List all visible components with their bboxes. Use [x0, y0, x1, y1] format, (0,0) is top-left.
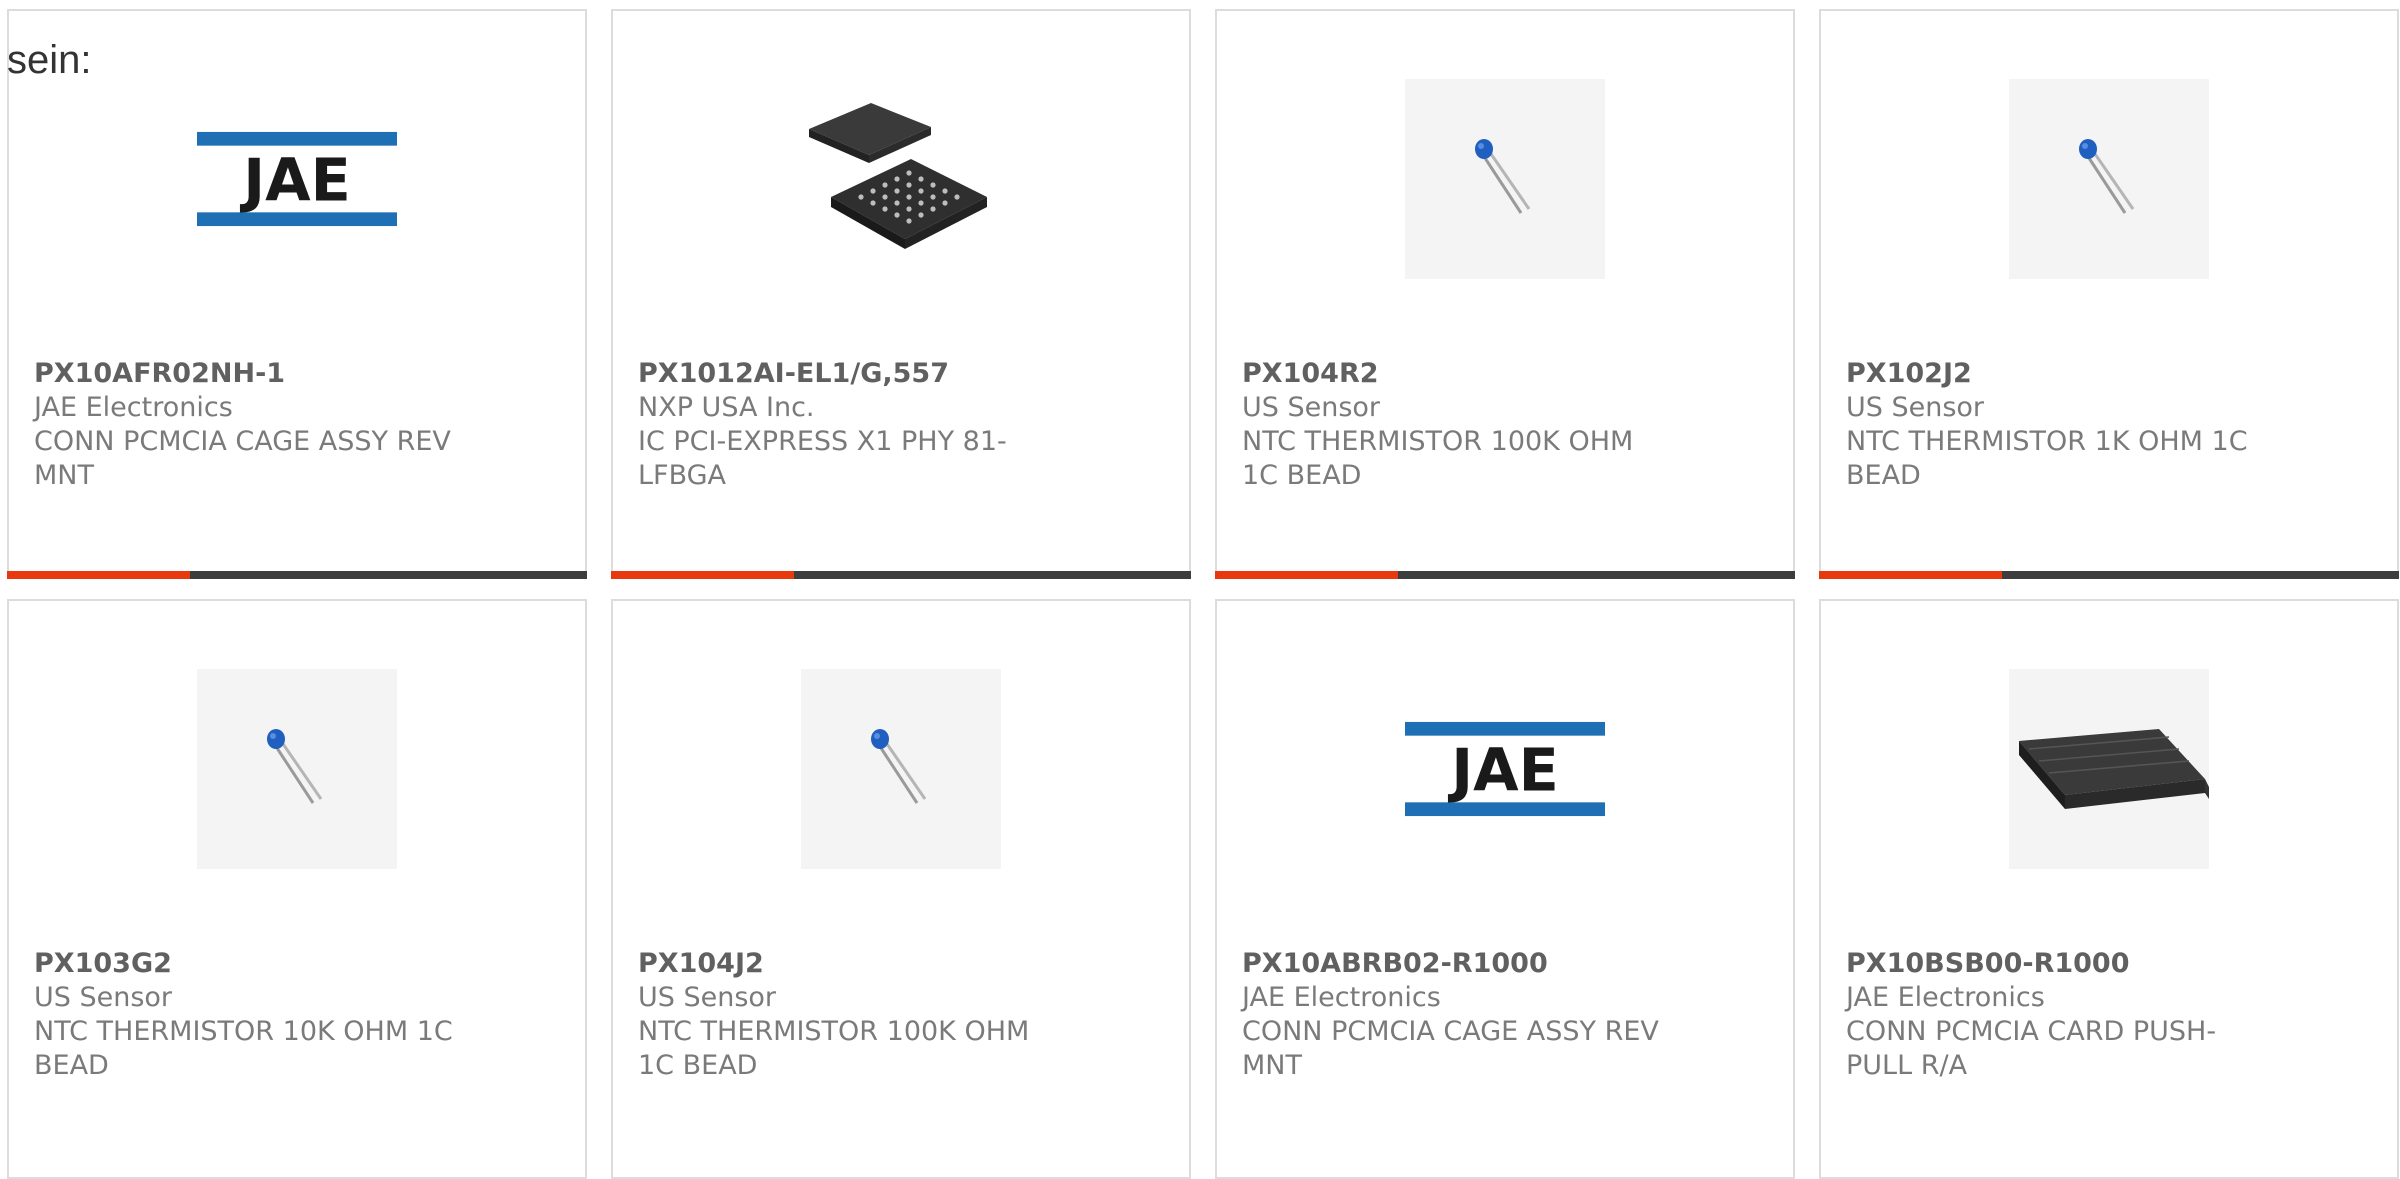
- part-number[interactable]: PX1012AI-EL1/G,557: [638, 357, 1068, 391]
- product-card-px104r2[interactable]: PX104R2 US Sensor NTC THERMISTOR 100K OH…: [1215, 9, 1795, 579]
- product-description: IC PCI-EXPRESS X1 PHY 81-LFBGA: [638, 426, 1007, 491]
- product-description: NTC THERMISTOR 100K OHM 1C BEAD: [1242, 426, 1634, 491]
- product-image-thermistor[interactable]: [1405, 79, 1605, 279]
- progress-bar-fill: [1819, 571, 2002, 579]
- manufacturer: JAE Electronics: [34, 392, 233, 423]
- product-image-jae-logo[interactable]: JAE: [197, 79, 397, 279]
- manufacturer: US Sensor: [1242, 392, 1381, 423]
- progress-bar: [1819, 571, 2399, 579]
- manufacturer: US Sensor: [638, 982, 777, 1013]
- product-description: CONN PCMCIA CARD PUSH-PULL R/A: [1846, 1016, 2217, 1081]
- product-card-px10abrb02-r1000[interactable]: JAE PX10ABRB02-R1000 JAE Electronics CON…: [1215, 599, 1795, 1179]
- product-description: NTC THERMISTOR 10K OHM 1C BEAD: [34, 1016, 453, 1081]
- product-image-thermistor[interactable]: [2009, 79, 2209, 279]
- progress-bar: [611, 571, 1191, 579]
- product-image-bga-chip[interactable]: [801, 79, 1001, 279]
- product-description: CONN PCMCIA CAGE ASSY REV MNT: [34, 426, 451, 491]
- svg-text:JAE: JAE: [239, 146, 351, 215]
- manufacturer: US Sensor: [1846, 392, 1985, 423]
- manufacturer: NXP USA Inc.: [638, 392, 815, 423]
- product-card-px102j2[interactable]: PX102J2 US Sensor NTC THERMISTOR 1K OHM …: [1819, 9, 2399, 579]
- svg-text:JAE: JAE: [1447, 736, 1559, 805]
- part-number[interactable]: PX104R2: [1242, 357, 1672, 391]
- part-number[interactable]: PX10BSB00-R1000: [1846, 947, 2276, 981]
- progress-bar: [1215, 571, 1795, 579]
- product-image-pcmcia-connector[interactable]: [2009, 669, 2209, 869]
- progress-bar-fill: [611, 571, 794, 579]
- intro-text: sein:: [7, 38, 92, 82]
- product-image-thermistor[interactable]: [801, 669, 1001, 869]
- part-number[interactable]: PX102J2: [1846, 357, 2276, 391]
- product-card-px10bsb00-r1000[interactable]: PX10BSB00-R1000 JAE Electronics CONN PCM…: [1819, 599, 2399, 1179]
- manufacturer: US Sensor: [34, 982, 173, 1013]
- product-image-jae-logo[interactable]: JAE: [1405, 669, 1605, 869]
- part-number[interactable]: PX10AFR02NH-1: [34, 357, 464, 391]
- product-description: NTC THERMISTOR 100K OHM 1C BEAD: [638, 1016, 1030, 1081]
- manufacturer: JAE Electronics: [1242, 982, 1441, 1013]
- product-description: CONN PCMCIA CAGE ASSY REV MNT: [1242, 1016, 1659, 1081]
- progress-bar: [7, 571, 587, 579]
- product-card-px104j2[interactable]: PX104J2 US Sensor NTC THERMISTOR 100K OH…: [611, 599, 1191, 1179]
- progress-bar-fill: [7, 571, 190, 579]
- progress-bar-fill: [1215, 571, 1398, 579]
- manufacturer: JAE Electronics: [1846, 982, 2045, 1013]
- product-image-thermistor[interactable]: [197, 669, 397, 869]
- part-number[interactable]: PX103G2: [34, 947, 464, 981]
- part-number[interactable]: PX10ABRB02-R1000: [1242, 947, 1672, 981]
- part-number[interactable]: PX104J2: [638, 947, 1068, 981]
- product-description: NTC THERMISTOR 1K OHM 1C BEAD: [1846, 426, 2248, 491]
- product-card-px10afr02nh-1[interactable]: JAE PX10AFR02NH-1 JAE Electronics CONN P…: [7, 9, 587, 579]
- product-card-px103g2[interactable]: PX103G2 US Sensor NTC THERMISTOR 10K OHM…: [7, 599, 587, 1179]
- product-card-px1012ai-el1[interactable]: PX1012AI-EL1/G,557 NXP USA Inc. IC PCI-E…: [611, 9, 1191, 579]
